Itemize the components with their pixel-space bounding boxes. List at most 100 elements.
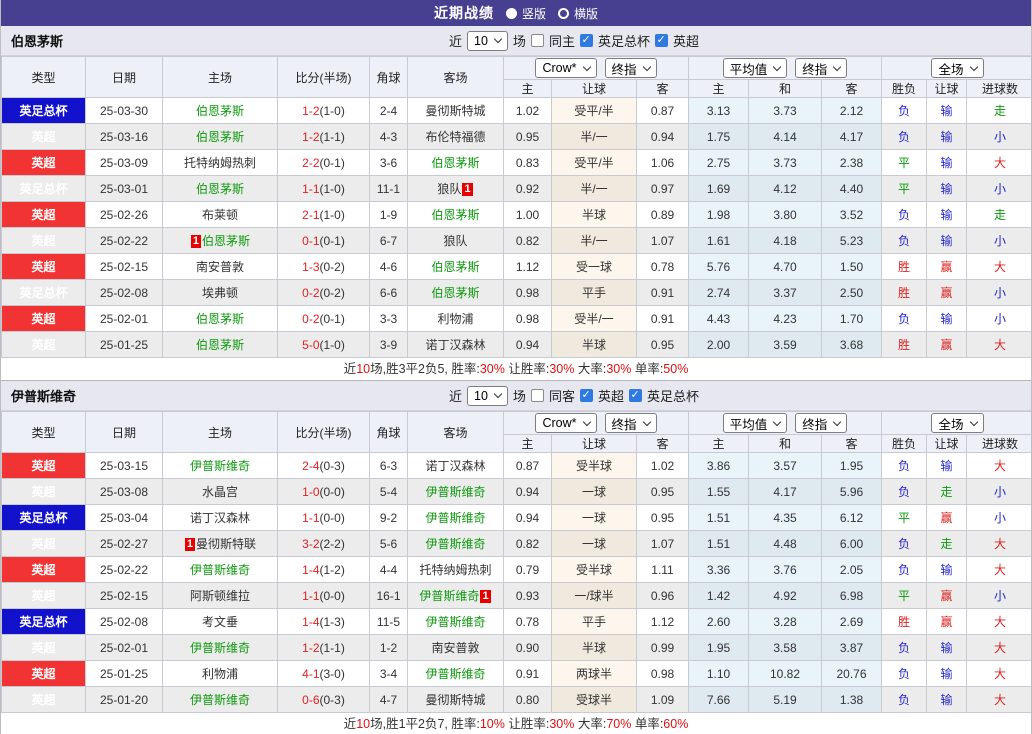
match-date: 25-03-15 [85, 452, 163, 479]
away-team-cell: 伯恩茅斯 [407, 253, 504, 280]
halftime-score: (1-2) [319, 562, 345, 577]
match-date: 25-02-27 [85, 530, 163, 557]
result-wdl-cell: 平 [881, 504, 927, 531]
results-tbody: 英超 25-03-15 伊普斯维奇 2-4(0-3) 6-3 诺丁汉森林 0.87 受半球 1.… [1, 452, 1031, 713]
competition-badge: 英足总杯 [1, 608, 86, 635]
avg-home-cell: 5.76 [688, 253, 749, 280]
home-team-cell: 伯恩茅斯 [162, 331, 278, 358]
competition-badge: 英超 [1, 201, 86, 228]
avg-home-cell: 1.95 [688, 634, 749, 661]
competition-label-1: 英超 [597, 389, 624, 404]
avg-draw-cell: 4.18 [748, 227, 822, 254]
halftime-score: (1-0) [319, 207, 345, 222]
recent-count-select[interactable]: 10 [467, 385, 508, 406]
average-select[interactable]: 平均值 [722, 413, 788, 433]
result-group-header: 全场 [881, 411, 1031, 435]
halftime-score: (3-0) [319, 666, 345, 681]
result-goals-cell: 大 [966, 331, 1031, 358]
full-match-select[interactable]: 全场 [931, 413, 984, 433]
summary-segment: 30% [549, 717, 575, 731]
radio-ring-icon[interactable] [558, 7, 569, 19]
result-wdl-cell: 负 [881, 530, 927, 557]
odds-home-cell: 0.82 [503, 227, 552, 254]
same-venue-checkbox[interactable] [530, 389, 544, 402]
match-row: 英超 25-01-20 伊普斯维奇 0-6(0-3) 4-7 曼彻斯特城 0.80 受球半 1.… [1, 686, 1031, 713]
competition-badge: 英足总杯 [1, 97, 86, 124]
halftime-score: (1-1) [319, 129, 345, 144]
avg-draw-cell: 3.73 [748, 149, 822, 176]
result-goals-cell: 大 [966, 530, 1031, 557]
result-goals-cell: 大 [966, 686, 1031, 713]
odds-away-cell: 0.89 [636, 201, 689, 228]
layout-option-vertical[interactable]: 竖版 [505, 5, 546, 22]
team-bar: 伯恩茅斯 近 10 场 同主 英足总杯 英超 [1, 26, 1031, 56]
summary-segment: 30% [606, 362, 632, 376]
fulltime-score: 1-4 [302, 562, 320, 577]
odds-away-cell: 1.07 [636, 227, 689, 254]
avg-draw-cell: 4.17 [748, 478, 822, 505]
away-team-cell: 伊普斯维奇 [407, 504, 504, 531]
match-row: 英超 25-02-15 阿斯顿维拉 1-1(0-0) 16-1 伊普斯维奇 1 0.93 一/球… [1, 582, 1031, 609]
competition-checkbox-1[interactable] [579, 389, 593, 402]
bookmaker-select[interactable]: Crow* [535, 413, 597, 433]
avg-away-cell: 2.38 [821, 149, 882, 176]
home-team-cell: 伯恩茅斯 [162, 123, 278, 150]
competition-checkbox-2[interactable] [628, 389, 642, 402]
odds-away-cell: 0.91 [636, 279, 689, 306]
radio-filled-icon[interactable] [505, 7, 517, 19]
corner-cell: 3-6 [369, 149, 408, 176]
odds-away-cell: 0.91 [636, 305, 689, 332]
avg-away-cell: 6.98 [821, 582, 882, 609]
result-goals-cell: 小 [966, 123, 1031, 150]
summary-line: 近10场,胜1平2负7, 胜率:10% 让胜率:30% 大率:70% 单率:60… [1, 713, 1031, 734]
home-team-cell: 阿斯顿维拉 [162, 582, 278, 609]
match-date: 25-03-08 [85, 478, 163, 505]
average-time-select[interactable]: 终指 [795, 58, 848, 78]
sub-header: 和 [748, 434, 822, 453]
score-cell: 5-0(1-0) [277, 331, 370, 358]
corner-cell: 11-1 [369, 175, 408, 202]
halftime-score: (1-1) [319, 640, 345, 655]
chevron-down-icon [833, 417, 842, 426]
full-match-select[interactable]: 全场 [931, 58, 984, 78]
same-venue-checkbox[interactable] [530, 34, 544, 47]
layout-option-horizontal[interactable]: 横版 [558, 5, 598, 22]
home-team-cell: 埃弗顿 [162, 279, 278, 306]
competition-label-2: 英超 [672, 34, 699, 49]
fulltime-score: 0-1 [302, 233, 320, 248]
home-team-cell: 伯恩茅斯 [162, 97, 278, 124]
avg-away-cell: 2.05 [821, 556, 882, 583]
match-row: 英超 25-03-08 水晶宫 1-0(0-0) 5-4 伊普斯维奇 0.94 一球 0.95 1… [1, 478, 1031, 505]
home-team-cell: 托特纳姆热刺 [162, 149, 278, 176]
competition-checkbox-2[interactable] [654, 34, 668, 47]
handicap-cell: 一球 [551, 530, 637, 557]
competition-checkbox-1[interactable] [579, 34, 593, 47]
average-select[interactable]: 平均值 [722, 58, 788, 78]
odds-time-select[interactable]: 终指 [604, 413, 657, 433]
match-row: 英超 25-02-22 1 伯恩茅斯 0-1(0-1) 6-7 狼队 0.82 半/一 1.07 1… [1, 227, 1031, 254]
handicap-cell: 一/球半 [551, 582, 637, 609]
recent-count-select[interactable]: 10 [467, 30, 508, 51]
summary-segment: 10% [479, 717, 505, 731]
chevron-down-icon [493, 34, 503, 44]
result-goals-cell: 小 [966, 279, 1031, 306]
match-row: 英超 25-01-25 伯恩茅斯 5-0(1-0) 3-9 诺丁汉森林 0.94 半球 0.95… [1, 331, 1031, 358]
halftime-score: (1-0) [319, 337, 345, 352]
avg-draw-cell: 3.80 [748, 201, 822, 228]
result-handicap-cell: 赢 [926, 504, 967, 531]
match-row: 英超 25-02-15 南安普敦 1-3(0-2) 4-6 伯恩茅斯 1.12 受一球 0.78… [1, 253, 1031, 280]
chevron-down-icon [773, 62, 782, 71]
fulltime-score: 5-0 [302, 337, 320, 352]
handicap-cell: 一球 [551, 478, 637, 505]
bookmaker-select[interactable]: Crow* [535, 58, 597, 78]
result-wdl-cell: 负 [881, 452, 927, 479]
halftime-score: (1-0) [319, 181, 345, 196]
avg-home-cell: 7.66 [688, 686, 749, 713]
near-label: 近 [449, 34, 463, 49]
handicap-cell: 平手 [551, 279, 637, 306]
average-time-select[interactable]: 终指 [795, 413, 848, 433]
odds-time-select[interactable]: 终指 [604, 58, 657, 78]
odds-away-cell: 1.09 [636, 686, 689, 713]
odds-home-cell: 0.95 [503, 123, 552, 150]
avg-draw-cell: 4.35 [748, 504, 822, 531]
